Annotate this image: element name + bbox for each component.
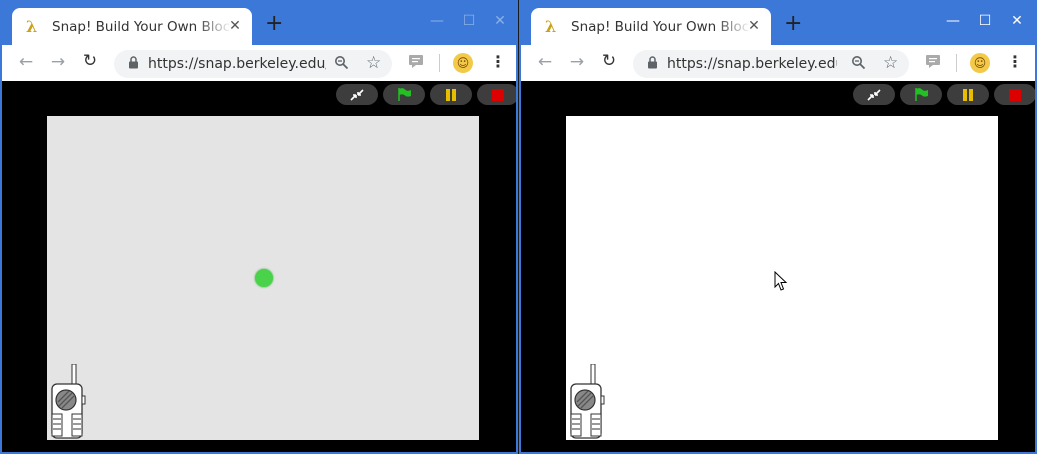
toolbar-separator: [956, 54, 957, 72]
profile-avatar-icon[interactable]: ☺: [970, 53, 990, 73]
minimize-button[interactable]: —: [942, 13, 964, 29]
url-text: https://snap.berkeley.edu/snapsource/sna…: [667, 56, 837, 72]
stop-button[interactable]: [994, 84, 1035, 105]
lock-icon: [647, 56, 658, 72]
menu-icon[interactable]: ⋮: [490, 52, 506, 71]
address-bar[interactable]: https://snap.berkeley.edu/snapsource/sna…: [633, 50, 909, 78]
pause-button[interactable]: [430, 84, 472, 105]
green-flag-icon: [398, 88, 411, 101]
browser-tab[interactable]: λ Snap! Build Your Own Blocks ✕: [531, 8, 771, 45]
browser-window-right: λ Snap! Build Your Own Blocks ✕ + — ☐ ✕ …: [519, 0, 1037, 454]
zoom-icon[interactable]: [851, 55, 866, 74]
tab-close-icon[interactable]: ✕: [746, 18, 762, 34]
menu-icon[interactable]: ⋮: [1007, 52, 1023, 71]
green-flag-button[interactable]: [383, 84, 425, 105]
pause-icon: [446, 88, 456, 101]
new-tab-button[interactable]: +: [265, 13, 283, 35]
minimize-button[interactable]: —: [426, 13, 448, 29]
address-bar[interactable]: https://snap.berkeley.edu/snapsource/sna…: [114, 50, 392, 78]
mouse-pointer-icon: [774, 270, 788, 296]
close-window-button[interactable]: ✕: [1006, 13, 1028, 29]
reload-icon[interactable]: ↻: [594, 51, 624, 71]
pause-icon: [963, 88, 973, 101]
title-bar: λ Snap! Build Your Own Blocks ✕ + — ☐ ✕: [2, 0, 516, 45]
stage[interactable]: [566, 116, 998, 440]
shrink-icon: [867, 88, 881, 101]
snap-page: [521, 81, 1035, 452]
stop-icon: [1009, 88, 1021, 101]
tab-title: Snap! Build Your Own Blocks: [571, 18, 751, 35]
chat-extension-icon[interactable]: [925, 54, 941, 73]
title-bar: λ Snap! Build Your Own Blocks ✕ + — ☐ ✕: [521, 0, 1035, 45]
back-arrow-icon[interactable]: ←: [11, 52, 41, 72]
maximize-button[interactable]: ☐: [458, 13, 480, 29]
shrink-icon: [350, 88, 364, 101]
browser-toolbar: ← → ↻ https://snap.berkeley.edu/snapsour…: [2, 45, 516, 81]
lock-icon: [128, 56, 139, 72]
toolbar-separator: [439, 54, 440, 72]
browser-toolbar: ← → ↻ https://snap.berkeley.edu/snapsour…: [521, 45, 1035, 81]
tab-close-icon[interactable]: ✕: [227, 18, 243, 34]
bookmark-star-icon[interactable]: ☆: [883, 53, 898, 73]
snap-page: [2, 81, 516, 452]
profile-avatar-icon[interactable]: ☺: [453, 53, 473, 73]
pause-button[interactable]: [947, 84, 989, 105]
back-arrow-icon[interactable]: ←: [530, 52, 560, 72]
snap-lambda-icon: λ: [545, 17, 557, 36]
zoom-icon[interactable]: [334, 55, 349, 74]
green-dot: [255, 269, 273, 287]
stop-icon: [492, 88, 504, 101]
green-flag-icon: [915, 88, 928, 101]
app-mode-toggle-button[interactable]: [336, 84, 378, 105]
maximize-button[interactable]: ☐: [974, 13, 996, 29]
chat-extension-icon[interactable]: [408, 54, 424, 73]
app-mode-toggle-button[interactable]: [853, 84, 895, 105]
green-flag-button[interactable]: [900, 84, 942, 105]
snap-lambda-icon: λ: [26, 17, 38, 36]
forward-arrow-icon[interactable]: →: [562, 52, 592, 72]
tab-title: Snap! Build Your Own Blocks: [52, 18, 232, 35]
url-text: https://snap.berkeley.edu/snapsource/sna…: [148, 56, 326, 72]
walkie-talkie-sprite[interactable]: [569, 363, 605, 440]
walkie-talkie-sprite[interactable]: [50, 363, 86, 440]
reload-icon[interactable]: ↻: [75, 51, 105, 71]
bookmark-star-icon[interactable]: ☆: [366, 53, 381, 73]
browser-tab[interactable]: λ Snap! Build Your Own Blocks ✕: [12, 8, 252, 45]
new-tab-button[interactable]: +: [784, 13, 802, 35]
browser-window-left: λ Snap! Build Your Own Blocks ✕ + — ☐ ✕ …: [0, 0, 518, 454]
stop-button[interactable]: [477, 84, 516, 105]
close-window-button[interactable]: ✕: [489, 13, 511, 29]
forward-arrow-icon[interactable]: →: [43, 52, 73, 72]
stage[interactable]: [47, 116, 479, 440]
